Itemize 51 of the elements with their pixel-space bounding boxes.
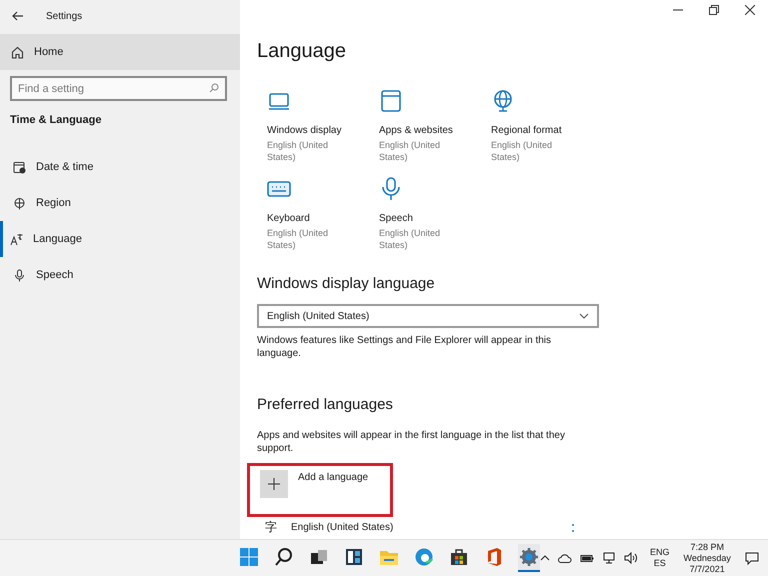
microphone-icon[interactable] <box>379 177 403 201</box>
globe-icon <box>13 196 26 210</box>
description-text: Apps and websites will appear in the first language in the list that they support. <box>257 429 566 455</box>
section-heading: Windows display language <box>257 275 436 292</box>
tile-title[interactable]: Apps & websites <box>379 125 453 136</box>
notifications-icon[interactable] <box>744 552 759 565</box>
settings-icon[interactable] <box>518 544 540 572</box>
section-heading: Time & Language <box>9 113 102 128</box>
sidebar-item[interactable]: Region <box>0 185 240 221</box>
preferred-language-entry[interactable]: English (United States) <box>291 522 571 532</box>
search-field[interactable]: Find a setting <box>10 76 227 101</box>
back-button[interactable] <box>10 9 26 23</box>
close-button[interactable] <box>745 5 755 15</box>
tile-subtitle: English (United States) <box>379 227 442 251</box>
tile-title[interactable]: Keyboard <box>267 213 310 224</box>
add-language-label[interactable]: Add a language <box>298 472 368 483</box>
tile-title[interactable]: Windows display <box>267 125 342 136</box>
character-icon: 字 <box>265 518 291 536</box>
volume-icon[interactable] <box>624 552 638 564</box>
tile-title[interactable]: Speech <box>379 213 413 224</box>
chevron-down-icon <box>579 313 589 319</box>
clock[interactable]: 7:28 PM Wednesday 7/7/2021 <box>684 542 731 575</box>
sidebar-item[interactable]: Speech <box>0 257 240 293</box>
description-text: Windows features like Settings and File Explorer will appear in this language. <box>257 334 552 360</box>
section-heading: Preferred languages <box>257 396 394 413</box>
tile-subtitle: English (United States) <box>491 139 554 163</box>
language-dropdown[interactable]: English (United States) <box>257 304 599 328</box>
tile-subtitle: English (United States) <box>267 227 330 251</box>
page-title: Language <box>257 40 347 63</box>
input-language-indicator[interactable]: ENG ES <box>650 547 670 570</box>
reorder-icon[interactable] <box>571 523 575 533</box>
battery-icon[interactable] <box>580 554 594 563</box>
window-title: Settings <box>46 10 82 22</box>
search-icon <box>209 83 219 93</box>
globe-icon[interactable] <box>491 89 515 113</box>
plus-icon <box>268 478 280 490</box>
calendar-clock-icon <box>13 160 26 174</box>
tile-subtitle: English (United States) <box>267 139 330 163</box>
add-language-button[interactable] <box>260 470 288 498</box>
cloud-icon[interactable] <box>558 554 572 563</box>
chevron-up-icon[interactable] <box>540 555 550 562</box>
home-nav-item[interactable]: Home <box>0 34 240 70</box>
window-icon[interactable] <box>379 89 403 113</box>
tile-title[interactable]: Regional format <box>491 125 562 136</box>
network-icon[interactable] <box>602 552 616 564</box>
language-icon <box>10 232 23 246</box>
home-icon <box>11 46 24 58</box>
restore-button[interactable] <box>709 5 719 15</box>
tile-subtitle: English (United States) <box>379 139 442 163</box>
microphone-icon <box>13 268 26 282</box>
sidebar-item[interactable]: Date & time <box>0 149 240 185</box>
